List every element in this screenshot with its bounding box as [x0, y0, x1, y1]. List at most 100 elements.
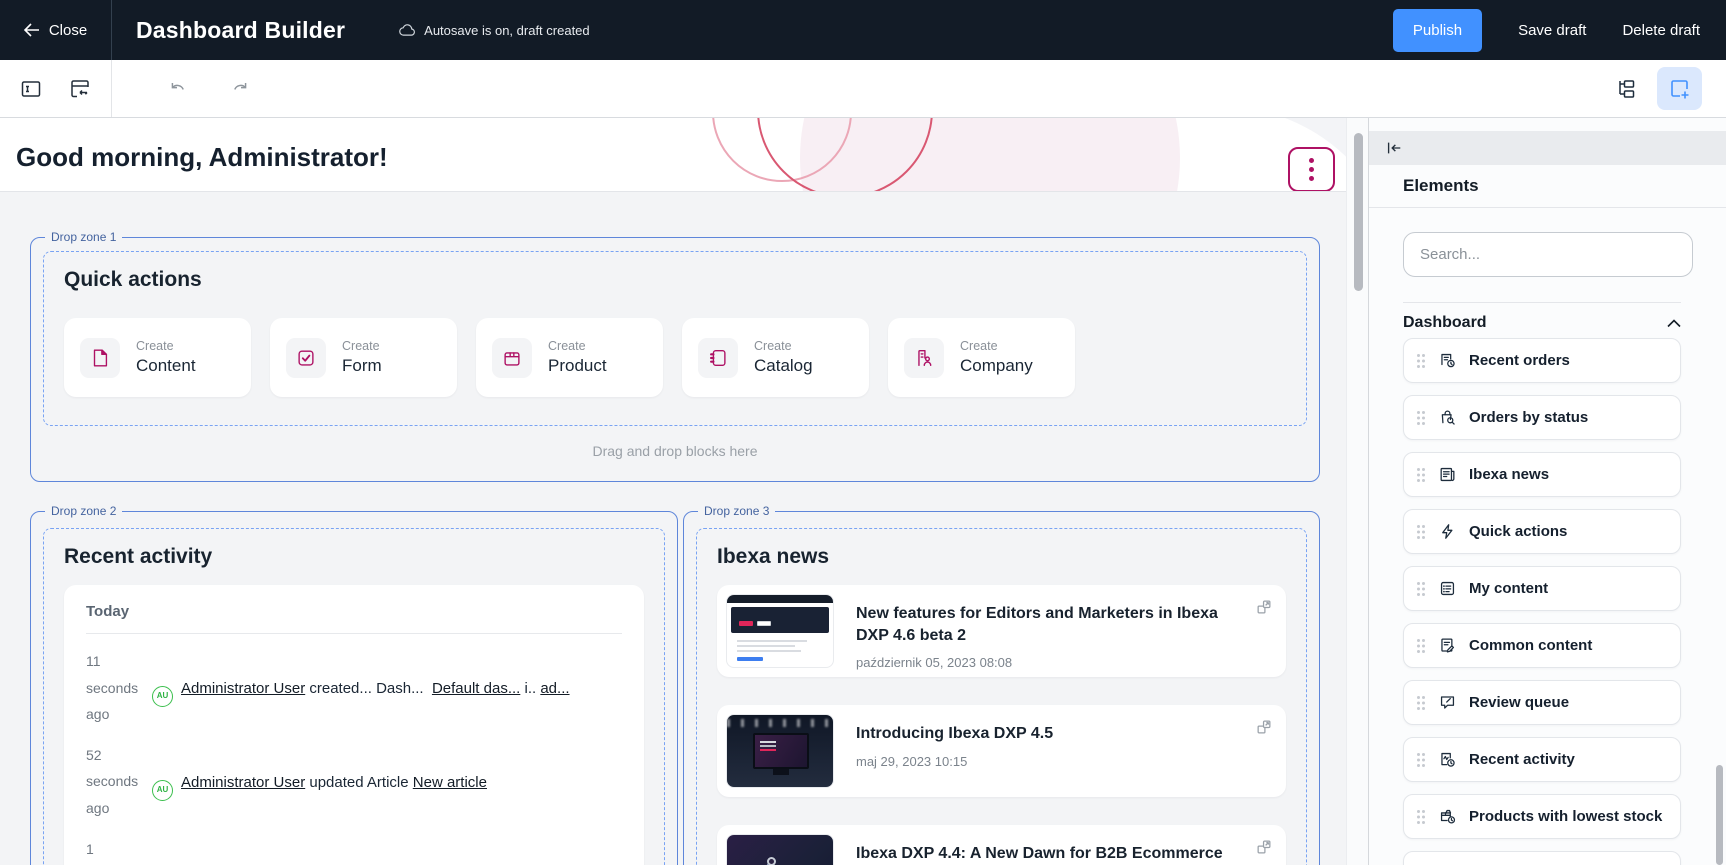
chevron-up-icon[interactable] — [1667, 319, 1681, 328]
greeting-title: Good morning, Administrator! — [16, 142, 388, 173]
avatar: AU — [152, 780, 173, 801]
panel-element-label: Recent activity — [1469, 751, 1575, 768]
cloud-icon — [399, 23, 416, 37]
elements-search-input[interactable] — [1403, 232, 1693, 277]
activity-timestamp: 52secondsago — [86, 741, 142, 822]
news-item[interactable]: Ibexa DXP 4.4: A New Dawn for B2B Ecomme… — [717, 825, 1286, 865]
news-title: Ibexa DXP 4.4: A New Dawn for B2B Ecomme… — [856, 843, 1223, 865]
news-item[interactable]: New features for Editors and Marketers i… — [717, 585, 1286, 677]
activity-row: 1 — [86, 835, 622, 863]
common-content-icon — [1438, 636, 1457, 655]
dashboard-options-button[interactable] — [1288, 147, 1335, 192]
catalog-icon — [698, 338, 738, 378]
quick-action-prefix: Create — [136, 339, 196, 353]
quick-action-label: Product — [548, 356, 607, 376]
drag-handle-icon[interactable] — [1416, 752, 1426, 768]
panel-scrollbar-thumb[interactable] — [1716, 765, 1723, 865]
panel-title: Elements — [1403, 176, 1479, 196]
collapse-panel-icon[interactable] — [1385, 140, 1403, 156]
drag-handle-icon[interactable] — [1416, 809, 1426, 825]
panel-item-orders-by-status[interactable]: Orders by status — [1403, 395, 1681, 440]
quick-action-card-product[interactable]: Create Product — [476, 318, 663, 397]
panel-item-recent-activity[interactable]: Recent activity — [1403, 737, 1681, 782]
quick-action-card-content[interactable]: Create Content — [64, 318, 251, 397]
activity-rows: 11secondsago AUAdministrator User create… — [86, 647, 622, 863]
quick-action-card-company[interactable]: Create Company — [888, 318, 1075, 397]
news-thumbnail — [726, 594, 834, 668]
quick-action-prefix: Create — [754, 339, 813, 353]
redo-button[interactable] — [224, 72, 258, 106]
main-scrollbar-track[interactable] — [1346, 118, 1368, 865]
undo-button[interactable] — [160, 72, 194, 106]
quick-actions-cards: Create Content Create Form Create Produc… — [64, 318, 1286, 397]
news-item[interactable]: Introducing Ibexa DXP 4.5 maj 29, 2023 1… — [717, 705, 1286, 797]
drag-handle-icon[interactable] — [1416, 638, 1426, 654]
toggle-infobar-button[interactable] — [14, 72, 48, 106]
orders-by-status-icon — [1438, 408, 1457, 427]
publish-button[interactable]: Publish — [1393, 9, 1482, 52]
drop-zone-1: Drop zone 1 Quick actions Create Content… — [30, 237, 1320, 482]
drag-handle-icon[interactable] — [1416, 353, 1426, 369]
panel-item-common-content[interactable]: Common content — [1403, 623, 1681, 668]
panel-item-review-queue[interactable]: Review queue — [1403, 680, 1681, 725]
content-icon — [80, 338, 120, 378]
activity-link[interactable]: ad... — [540, 680, 569, 697]
quick-actions-icon — [1438, 522, 1457, 541]
panel-item-quick-actions[interactable]: Quick actions — [1403, 509, 1681, 554]
activity-description: AUAdministrator User updated Article New… — [152, 741, 487, 822]
my-content-icon — [1438, 579, 1457, 598]
quick-actions-heading: Quick actions — [64, 268, 1286, 292]
panel-item-recent-orders[interactable]: Recent orders — [1403, 338, 1681, 383]
panel-item-my-content[interactable]: My content — [1403, 566, 1681, 611]
panel-element-label: My content — [1469, 580, 1548, 597]
drag-handle-icon[interactable] — [1416, 524, 1426, 540]
section-dashboard-label: Dashboard — [1403, 314, 1487, 332]
drag-handle-icon[interactable] — [1416, 695, 1426, 711]
activity-link[interactable]: Administrator User — [181, 680, 305, 697]
external-link-icon[interactable] — [1255, 838, 1273, 856]
activity-row: 52secondsago AUAdministrator User update… — [86, 741, 622, 822]
panel-item-partial[interactable] — [1403, 851, 1681, 865]
panel-item-ibexa-news[interactable]: Ibexa news — [1403, 452, 1681, 497]
external-link-icon[interactable] — [1255, 718, 1273, 736]
drop-zone-1-dropslot[interactable]: Quick actions Create Content Create Form… — [43, 251, 1307, 426]
divider — [86, 633, 622, 634]
news-title: New features for Editors and Marketers i… — [856, 603, 1237, 646]
quick-action-prefix: Create — [548, 339, 607, 353]
quick-action-label: Form — [342, 356, 382, 376]
panel-element-label: Review queue — [1469, 694, 1569, 711]
quick-action-card-catalog[interactable]: Create Catalog — [682, 318, 869, 397]
panel-item-products-with-lowest-stock[interactable]: Products with lowest stock — [1403, 794, 1681, 839]
drag-handle-icon[interactable] — [1416, 410, 1426, 426]
activity-link[interactable]: New article — [413, 774, 487, 791]
activity-link[interactable]: Default das... — [432, 680, 520, 697]
delete-draft-button[interactable]: Delete draft — [1622, 22, 1700, 39]
panel-element-label: Products with lowest stock — [1469, 808, 1662, 825]
main-scrollbar-thumb[interactable] — [1354, 133, 1363, 291]
quick-action-label: Catalog — [754, 356, 813, 376]
drop-zone-2-dropslot[interactable]: Recent activity Today 11secondsago AUAdm… — [43, 528, 665, 865]
panel-element-label: Common content — [1469, 637, 1592, 654]
dashboard-header: Good morning, Administrator! — [0, 118, 1368, 192]
ibexa-news-icon — [1438, 465, 1457, 484]
news-thumbnail — [726, 714, 834, 788]
quick-action-card-form[interactable]: Create Form — [270, 318, 457, 397]
elements-list: Recent orders Orders by status Ibexa new… — [1403, 338, 1681, 865]
save-draft-button[interactable]: Save draft — [1518, 22, 1586, 39]
autosave-text: Autosave is on, draft created — [424, 23, 589, 38]
drop-zone-2: Drop zone 2 Recent activity Today 11seco… — [30, 511, 678, 865]
activity-link[interactable]: Administrator User — [181, 774, 305, 791]
add-block-button[interactable] — [1657, 67, 1702, 110]
drag-handle-icon[interactable] — [1416, 467, 1426, 483]
section-dashboard[interactable]: Dashboard — [1403, 314, 1681, 332]
panel-header-strip — [1369, 131, 1726, 165]
structure-view-button[interactable] — [1609, 72, 1643, 106]
external-link-icon[interactable] — [1255, 598, 1273, 616]
switch-layout-button[interactable] — [63, 72, 97, 106]
panel-element-label: Recent orders — [1469, 352, 1570, 369]
recent-activity-heading: Recent activity — [64, 545, 644, 569]
close-button[interactable]: Close — [0, 0, 112, 60]
elements-panel: Elements Dashboard Recent orders Orders … — [1368, 118, 1726, 865]
drag-handle-icon[interactable] — [1416, 581, 1426, 597]
drop-zone-3-dropslot[interactable]: Ibexa news New features for Editors and … — [696, 528, 1307, 865]
